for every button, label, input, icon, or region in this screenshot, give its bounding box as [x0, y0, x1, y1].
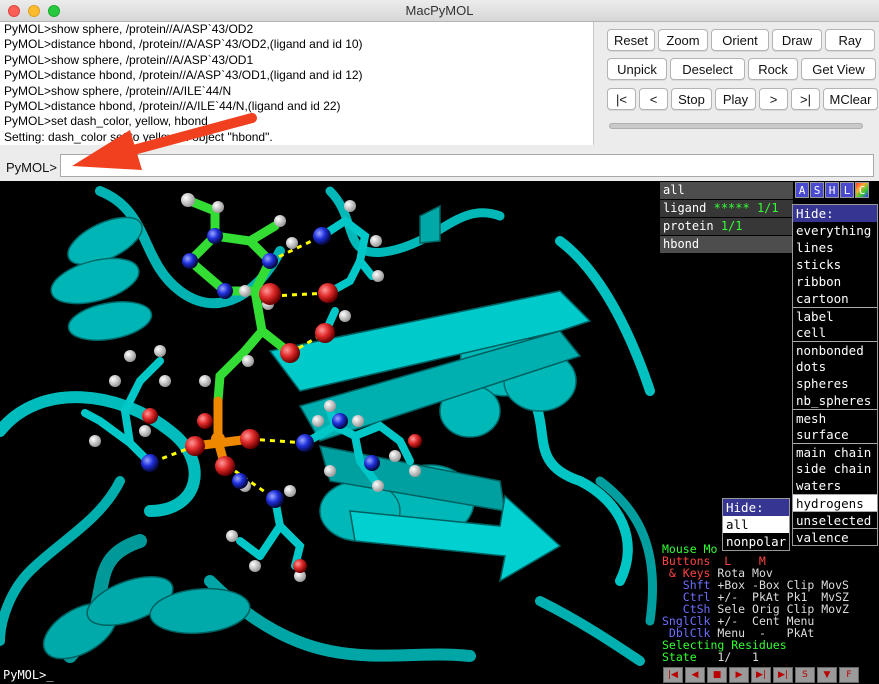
- state-label: State: [662, 650, 697, 664]
- hide-menu-item-main-chain[interactable]: main chain: [793, 443, 877, 460]
- hide-h-button[interactable]: H: [825, 182, 839, 198]
- hide-menu-item-side-chain[interactable]: side chain: [793, 460, 877, 477]
- last-frame-button[interactable]: >|: [791, 88, 820, 110]
- action-a-button[interactable]: A: [795, 182, 809, 198]
- color-c-button[interactable]: C: [855, 182, 869, 198]
- frame-slider[interactable]: [609, 123, 863, 129]
- play-button[interactable]: Play: [715, 88, 756, 110]
- phosphorus-atom: [211, 432, 225, 446]
- ray-button[interactable]: Ray: [825, 29, 875, 51]
- object-ligand[interactable]: ligand ***** 1/1: [660, 200, 793, 217]
- log-line: PyMOL>show sphere, /protein//A/ILE`44/N: [4, 83, 232, 98]
- hide-menu-item-mesh[interactable]: mesh: [793, 409, 877, 426]
- hide-menu-item-spheres[interactable]: spheres: [793, 375, 877, 392]
- log-line: PyMOL>distance hbond, /protein//A/ASP`43…: [4, 68, 363, 83]
- hide-menu-item-nonbonded[interactable]: nonbonded: [793, 341, 877, 358]
- hide-menu-item-dots[interactable]: dots: [793, 358, 877, 375]
- reset-button[interactable]: Reset: [607, 29, 655, 51]
- object-protein[interactable]: protein 1/1: [660, 218, 793, 235]
- button-row-3: |< < Stop Play > >| MClear: [607, 88, 878, 110]
- molecule-viewport[interactable]: [0, 181, 660, 666]
- prev-frame-button[interactable]: <: [639, 88, 668, 110]
- full-screen-button[interactable]: F: [839, 667, 859, 683]
- mouse-mode-panel: Mouse Mo Buttons L M & Keys Rota Mov Shf…: [662, 543, 849, 663]
- log-line: PyMOL>show sphere, /protein//A/ASP`43/OD…: [4, 22, 254, 36]
- molecule-render: [0, 186, 658, 666]
- hide-menu-item-label[interactable]: label: [793, 307, 877, 324]
- stop-button[interactable]: Stop: [671, 88, 712, 110]
- hide-menu-item-hydrogens[interactable]: hydrogens: [793, 494, 877, 511]
- object-all[interactable]: all: [660, 182, 793, 199]
- button-row-2: Unpick Deselect Rock Get View: [607, 58, 876, 80]
- hide-menu-item-sticks[interactable]: sticks: [793, 256, 877, 273]
- play-button[interactable]: ▶: [729, 667, 749, 683]
- hide-submenu-title: Hide:: [723, 499, 789, 516]
- ashlc-buttons: A S H L C: [795, 182, 870, 198]
- get-view-button[interactable]: Get View: [801, 58, 876, 80]
- log-line: PyMOL>show sphere, /protein//A/ASP`43/OD…: [4, 52, 254, 67]
- hide-menu: Hide: everything lines sticks ribbon cartoon…: [792, 204, 878, 546]
- draw-button[interactable]: Draw: [772, 29, 822, 51]
- hide-menu-item-unselected[interactable]: unselected: [793, 511, 877, 528]
- viewer-prompt[interactable]: PyMOL>_: [3, 668, 54, 682]
- hide-menu-item-nb_spheres[interactable]: nb_spheres: [793, 392, 877, 409]
- bottom-bar: PyMOL>_ |◀ ◀ ■ ▶ ▶| ▶| S ▼ F: [0, 666, 879, 684]
- helix-left: [50, 216, 153, 341]
- rewind-button[interactable]: |◀: [663, 667, 683, 683]
- annotation-arrow-icon: [72, 113, 257, 170]
- step-back-button[interactable]: ◀: [685, 667, 705, 683]
- show-s-button[interactable]: S: [810, 182, 824, 198]
- unpick-button[interactable]: Unpick: [607, 58, 667, 80]
- object-hbond[interactable]: hbond: [660, 236, 793, 253]
- step-forward-button[interactable]: ▶|: [751, 667, 771, 683]
- deselect-button[interactable]: Deselect: [670, 58, 745, 80]
- orient-button[interactable]: Orient: [711, 29, 769, 51]
- hide-menu-item-ribbon[interactable]: ribbon: [793, 273, 877, 290]
- zoom-button[interactable]: Zoom: [658, 29, 708, 51]
- button-row-1: Reset Zoom Orient Draw Ray: [607, 29, 875, 51]
- hide-menu-item-surface[interactable]: surface: [793, 426, 877, 443]
- log-line: PyMOL>distance hbond, /protein//A/ASP`43…: [4, 37, 363, 52]
- end-button[interactable]: ▶|: [773, 667, 793, 683]
- mclear-button[interactable]: MClear: [823, 88, 878, 110]
- rock-button[interactable]: Rock: [748, 58, 798, 80]
- hide-menu-item-cell[interactable]: cell: [793, 324, 877, 341]
- hide-menu-item-lines[interactable]: lines: [793, 239, 877, 256]
- hide-menu-item-everything[interactable]: everything: [793, 222, 877, 239]
- submenu-item-all[interactable]: all: [723, 516, 789, 533]
- state-value: 1/ 1: [696, 650, 759, 664]
- hide-menu-title: Hide:: [793, 205, 877, 222]
- menu-down-button[interactable]: ▼: [817, 667, 837, 683]
- title-bar: MacPyMOL: [0, 0, 879, 22]
- first-frame-button[interactable]: |<: [607, 88, 636, 110]
- next-frame-button[interactable]: >: [759, 88, 788, 110]
- window-title: MacPyMOL: [405, 3, 474, 18]
- hide-menu-item-waters[interactable]: waters: [793, 477, 877, 494]
- scene-button[interactable]: S: [795, 667, 815, 683]
- command-prompt-label: PyMOL>: [6, 160, 57, 175]
- label-l-button[interactable]: L: [840, 182, 854, 198]
- stop-button[interactable]: ■: [707, 667, 727, 683]
- hide-menu-item-cartoon[interactable]: cartoon: [793, 290, 877, 307]
- movie-controls: |◀ ◀ ■ ▶ ▶| ▶| S ▼ F: [663, 667, 859, 683]
